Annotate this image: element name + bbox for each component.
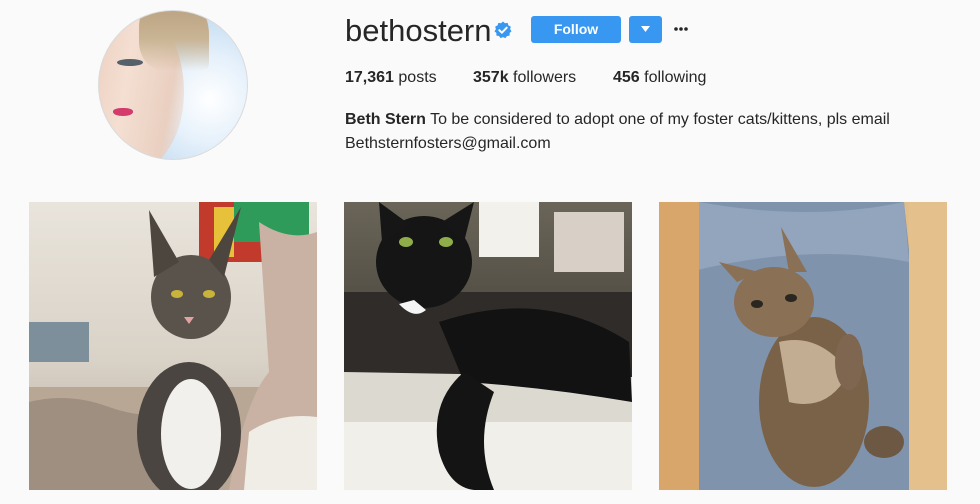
following-label: following <box>644 69 707 86</box>
following-link[interactable]: 456 following <box>613 68 706 88</box>
cat-photo <box>659 202 947 490</box>
more-options-icon <box>674 27 688 31</box>
followers-link[interactable]: 357k followers <box>473 68 576 88</box>
posts-number: 17,361 <box>345 69 394 86</box>
suggested-dropdown-button[interactable] <box>629 16 662 43</box>
verified-badge-icon <box>494 21 512 39</box>
avatar-eye <box>117 59 143 66</box>
followers-label: followers <box>513 69 577 86</box>
post-thumbnail[interactable] <box>659 202 947 490</box>
follow-button[interactable]: Follow <box>531 16 621 43</box>
posts-count: 17,361 posts <box>345 68 437 88</box>
avatar-lips <box>113 108 133 116</box>
profile-avatar[interactable] <box>98 10 248 160</box>
chevron-down-icon <box>641 26 650 32</box>
more-options-button[interactable] <box>672 20 692 38</box>
profile-username: bethostern <box>345 13 492 48</box>
following-number: 456 <box>613 69 640 86</box>
post-thumbnail[interactable] <box>29 202 317 490</box>
bio-full-name: Beth Stern <box>345 111 426 128</box>
avatar-hair <box>139 11 209 71</box>
posts-label: posts <box>398 69 437 86</box>
cat-photo <box>29 202 317 490</box>
bio-text: To be considered to adopt one of my fost… <box>430 111 890 128</box>
post-thumbnail[interactable] <box>344 202 632 490</box>
followers-number: 357k <box>473 69 509 86</box>
cat-photo <box>344 202 632 490</box>
profile-bio: Beth Stern To be considered to adopt one… <box>345 108 905 156</box>
bio-email: Bethsternfosters@gmail.com <box>345 135 551 152</box>
